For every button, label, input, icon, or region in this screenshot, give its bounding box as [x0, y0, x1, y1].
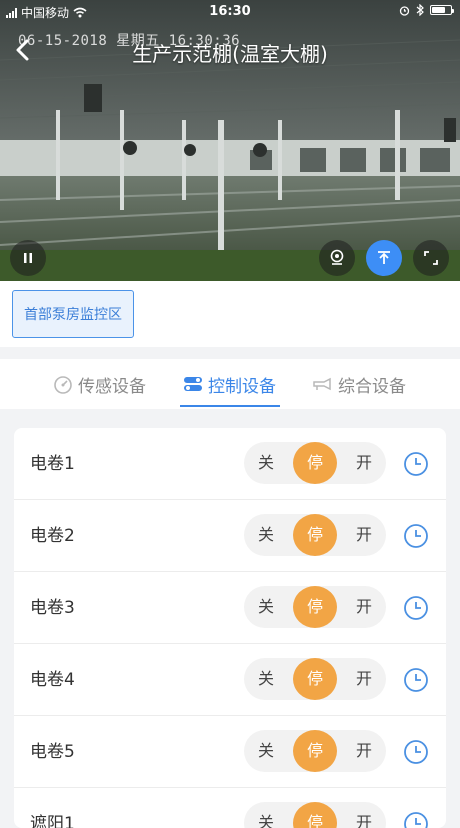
close-option[interactable]: 关 [246, 442, 286, 484]
device-name: 电卷3 [30, 598, 75, 618]
camera-icon [330, 249, 344, 265]
active-tab-indicator [180, 405, 280, 407]
open-option[interactable]: 开 [344, 658, 384, 700]
three-way-switch: 关 停 开 [244, 802, 386, 828]
device-row: 电卷4 关 停 开 [14, 644, 446, 716]
open-option[interactable]: 开 [344, 514, 384, 556]
close-option[interactable]: 关 [246, 586, 286, 628]
zone-bar: 首部泵房监控区 [0, 281, 460, 347]
open-option[interactable]: 开 [344, 442, 384, 484]
device-row: 电卷3 关 停 开 [14, 572, 446, 644]
device-name: 电卷4 [30, 670, 75, 690]
tab-integrated-devices[interactable]: 综合设备 [312, 359, 406, 409]
three-way-switch: 关 停 开 [244, 442, 386, 484]
page-title: 生产示范棚(温室大棚) [132, 42, 328, 66]
pause-icon [24, 253, 32, 263]
alarm-icon [399, 5, 410, 16]
tab-control-devices[interactable]: 控制设备 [182, 359, 276, 409]
device-name: 电卷2 [30, 526, 75, 546]
clock-timer-icon[interactable] [403, 667, 429, 693]
tab-sensor-devices[interactable]: 传感设备 [52, 359, 146, 409]
tab-label: 综合设备 [338, 376, 406, 397]
device-tabs: 传感设备 控制设备 综合设备 [0, 359, 460, 409]
fullscreen-button[interactable] [413, 240, 449, 276]
clock-timer-icon[interactable] [403, 523, 429, 549]
pin-top-button[interactable] [366, 240, 402, 276]
three-way-switch: 关 停 开 [244, 514, 386, 556]
stop-option[interactable]: 停 [293, 442, 337, 484]
clock-timer-icon[interactable] [403, 451, 429, 477]
open-option[interactable]: 开 [344, 802, 384, 828]
device-row: 电卷2 关 停 开 [14, 500, 446, 572]
device-name: 遮阳1 [30, 814, 75, 828]
three-way-switch: 关 停 开 [244, 658, 386, 700]
stop-option[interactable]: 停 [293, 730, 337, 772]
close-option[interactable]: 关 [246, 802, 286, 828]
open-option[interactable]: 开 [344, 586, 384, 628]
pin-top-icon [378, 251, 390, 264]
control-device-list: 电卷1 关 停 开 电卷2 关 停 开 电卷3 关 停 开 电卷4 关 停 开 … [14, 428, 446, 828]
three-way-switch: 关 停 开 [244, 586, 386, 628]
control-switch-icon [184, 377, 202, 391]
close-option[interactable]: 关 [246, 730, 286, 772]
device-name: 电卷5 [30, 742, 75, 762]
sensor-gauge-icon [54, 376, 72, 394]
camera-ptz-button[interactable] [319, 240, 355, 276]
clock-timer-icon[interactable] [403, 595, 429, 621]
close-option[interactable]: 关 [246, 514, 286, 556]
integrated-device-icon [313, 377, 331, 391]
status-bar: 中国移动 16:30 [0, 0, 460, 22]
video-player[interactable]: 06-15-2018 星期五 16:30:36 中国移动 16:30 生产示范棚… [0, 0, 460, 281]
fullscreen-icon [424, 251, 438, 265]
clock-timer-icon[interactable] [403, 739, 429, 765]
stop-option[interactable]: 停 [293, 586, 337, 628]
stop-option[interactable]: 停 [293, 658, 337, 700]
pause-button[interactable] [10, 240, 46, 276]
three-way-switch: 关 停 开 [244, 730, 386, 772]
tab-label: 控制设备 [208, 376, 276, 397]
stop-option[interactable]: 停 [293, 514, 337, 556]
zone-chip[interactable]: 首部泵房监控区 [12, 290, 134, 338]
tab-label: 传感设备 [78, 376, 146, 397]
clock-timer-icon[interactable] [403, 811, 429, 828]
stop-option[interactable]: 停 [293, 802, 337, 828]
device-row: 遮阳1 关 停 开 [14, 788, 446, 828]
device-name: 电卷1 [30, 454, 75, 474]
device-row: 电卷1 关 停 开 [14, 428, 446, 500]
clock: 16:30 [209, 4, 251, 19]
battery-icon [430, 5, 454, 15]
bluetooth-icon [416, 4, 424, 16]
open-option[interactable]: 开 [344, 730, 384, 772]
close-option[interactable]: 关 [246, 658, 286, 700]
device-row: 电卷5 关 停 开 [14, 716, 446, 788]
